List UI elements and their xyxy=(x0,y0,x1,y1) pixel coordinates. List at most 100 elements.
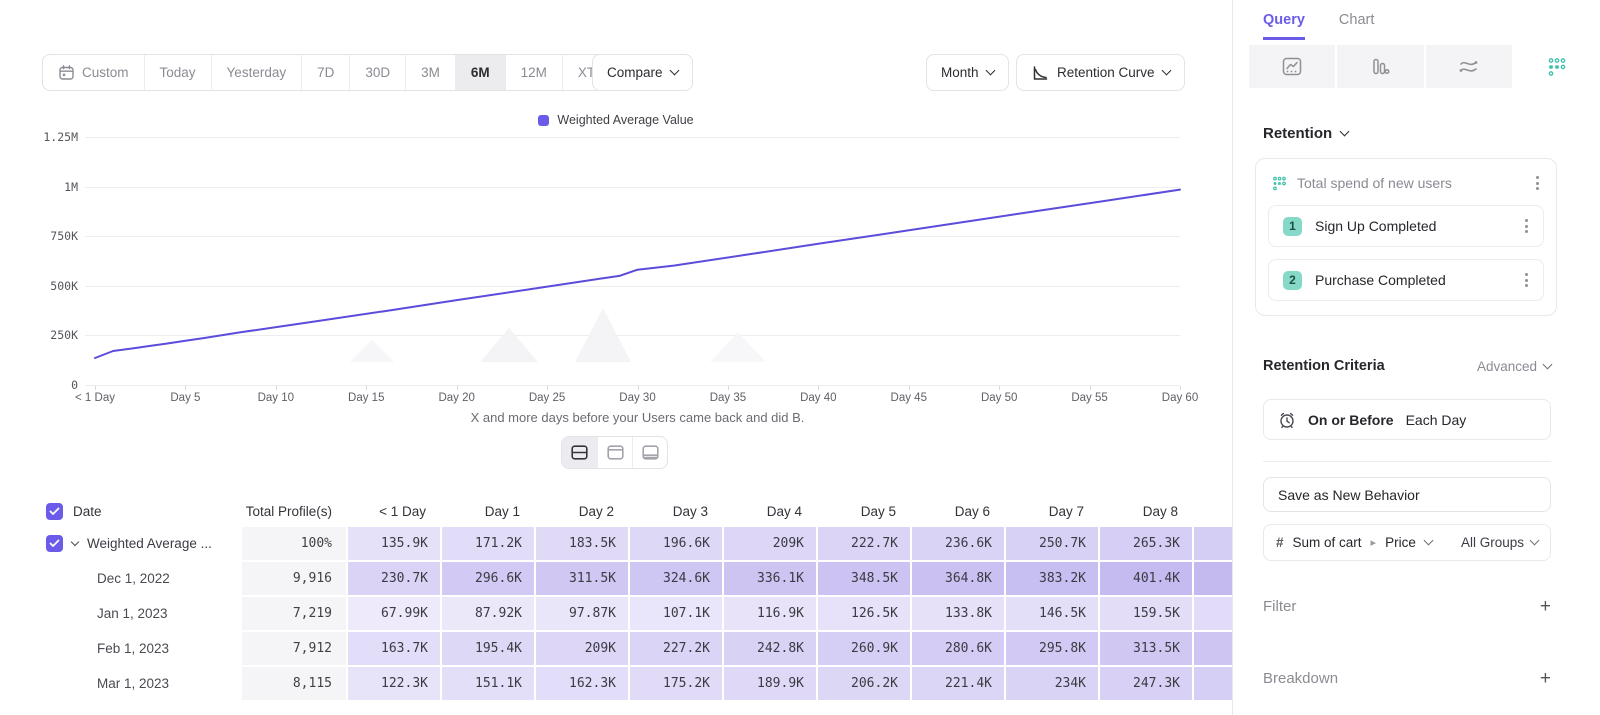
column-header-date[interactable]: Date xyxy=(0,492,240,530)
retention-value-cell[interactable]: 183.5K xyxy=(536,527,628,560)
retention-value-cell[interactable]: 97.87K xyxy=(536,597,628,630)
kebab-menu-icon[interactable] xyxy=(1522,216,1531,236)
range-yesterday[interactable]: Yesterday xyxy=(211,55,302,90)
retention-value-cell[interactable]: 295.8K xyxy=(1006,632,1098,665)
retention-value-cell[interactable]: 234K xyxy=(1006,667,1098,700)
range-today[interactable]: Today xyxy=(144,55,211,90)
checkbox-checked[interactable] xyxy=(46,503,63,520)
column-header-day-5[interactable]: Day 5 xyxy=(818,492,910,530)
chart-view-button[interactable] xyxy=(597,437,632,468)
retention-value-cell[interactable]: 324.6K xyxy=(630,562,722,595)
retention-value-cell[interactable]: 247.3K xyxy=(1100,667,1192,700)
retention-value-cell[interactable]: 296.6K xyxy=(442,562,534,595)
table-view-button[interactable] xyxy=(632,437,667,468)
row-label-cell[interactable]: Mar 1, 2023 xyxy=(0,667,240,700)
save-as-new-behavior-button[interactable]: Save as New Behavior xyxy=(1263,477,1551,512)
retention-value-cell[interactable]: 236.6K xyxy=(912,527,1004,560)
row-label-cell[interactable]: Dec 1, 2022 xyxy=(0,562,240,595)
retention-value-cell[interactable]: 222.7K xyxy=(818,527,910,560)
column-header-day-3[interactable]: Day 3 xyxy=(630,492,722,530)
retention-value-cell[interactable]: 280.6K xyxy=(912,632,1004,665)
behavior-step-2[interactable]: 2Purchase Completed xyxy=(1268,259,1544,301)
retention-section-header[interactable]: Retention xyxy=(1263,125,1348,142)
chevron-down-icon[interactable] xyxy=(71,538,79,546)
split-view-button[interactable] xyxy=(562,437,597,468)
retention-value-cell[interactable]: 196.6K xyxy=(630,527,722,560)
range-12m[interactable]: 12M xyxy=(505,55,562,90)
checkbox-checked[interactable] xyxy=(46,535,63,552)
retention-value-cell[interactable]: 209K xyxy=(536,632,628,665)
column-header-day-1[interactable]: Day 1 xyxy=(442,492,534,530)
retention-value-cell[interactable]: 116.9K xyxy=(724,597,816,630)
retention-value-cell[interactable]: 364.8K xyxy=(912,562,1004,595)
retention-value-cell[interactable]: 189.9K xyxy=(724,667,816,700)
row-label-cell[interactable]: Feb 1, 2023 xyxy=(0,632,240,665)
flow-chart-type-button[interactable] xyxy=(1426,45,1512,88)
retention-value-cell[interactable]: 383.2K xyxy=(1006,562,1098,595)
date-header-label: Date xyxy=(73,504,102,519)
behavior-step-1[interactable]: 1Sign Up Completed xyxy=(1268,205,1544,247)
retention-value-cell[interactable]: 87.92K xyxy=(442,597,534,630)
retention-value-cell[interactable]: 209K xyxy=(724,527,816,560)
retention-value-cell[interactable]: 260.9K xyxy=(818,632,910,665)
measure-card[interactable]: # Sum of cart ▸ Price All Groups xyxy=(1263,524,1551,561)
retention-value-cell[interactable]: 163.7K xyxy=(348,632,440,665)
retention-value-cell[interactable]: 336.1K xyxy=(724,562,816,595)
kebab-menu-icon[interactable] xyxy=(1522,270,1531,290)
retention-value-cell[interactable]: 227.2K xyxy=(630,632,722,665)
retention-value-cell[interactable]: 221.4K xyxy=(912,667,1004,700)
all-groups-dropdown[interactable]: All Groups xyxy=(1461,535,1538,550)
retention-value-cell[interactable]: 162.3K xyxy=(536,667,628,700)
range-6m[interactable]: 6M xyxy=(455,55,505,90)
range-3m[interactable]: 3M xyxy=(405,55,455,90)
retention-value-cell[interactable]: 107.1K xyxy=(630,597,722,630)
column-header-day-2[interactable]: Day 2 xyxy=(536,492,628,530)
kebab-menu-icon[interactable] xyxy=(1533,173,1542,193)
tab-chart[interactable]: Chart xyxy=(1339,12,1374,40)
retention-value-cell[interactable]: 401.4K xyxy=(1100,562,1192,595)
line-chart-type-button[interactable] xyxy=(1249,45,1335,88)
column-header-day-7[interactable]: Day 7 xyxy=(1006,492,1098,530)
retention-criteria-label: Retention Criteria xyxy=(1263,358,1385,374)
column-header-day-4[interactable]: Day 4 xyxy=(724,492,816,530)
tab-query[interactable]: Query xyxy=(1263,12,1305,40)
range-30d[interactable]: 30D xyxy=(349,55,405,90)
column-header--1-day[interactable]: < 1 Day xyxy=(348,492,440,530)
criteria-timing-card[interactable]: On or Before Each Day xyxy=(1263,399,1551,440)
compare-button[interactable]: Compare xyxy=(592,54,693,91)
retention-chart-type-button[interactable] xyxy=(1514,45,1600,88)
retention-value-cell[interactable]: 146.5K xyxy=(1006,597,1098,630)
retention-value-cell[interactable]: 133.8K xyxy=(912,597,1004,630)
retention-value-cell[interactable]: 311.5K xyxy=(536,562,628,595)
retention-value-cell[interactable]: 135.9K xyxy=(348,527,440,560)
add-filter-button[interactable]: + xyxy=(1540,597,1551,616)
chart-type-button[interactable]: Retention Curve xyxy=(1016,54,1185,91)
add-breakdown-button[interactable]: + xyxy=(1540,669,1551,688)
advanced-dropdown[interactable]: Advanced xyxy=(1477,359,1551,374)
column-header-day-8[interactable]: Day 8 xyxy=(1100,492,1192,530)
row-label-cell[interactable]: Weighted Average ... xyxy=(0,527,240,560)
retention-value-cell[interactable]: 250.7K xyxy=(1006,527,1098,560)
range-custom[interactable]: Custom xyxy=(43,55,144,90)
granularity-button[interactable]: Month xyxy=(926,54,1009,91)
retention-value-cell[interactable]: 348.5K xyxy=(818,562,910,595)
retention-value-cell[interactable]: 265.3K xyxy=(1100,527,1192,560)
x-axis-tick: Day 5 xyxy=(140,392,230,404)
retention-value-cell[interactable]: 195.4K xyxy=(442,632,534,665)
column-header-total-profile-s-[interactable]: Total Profile(s) xyxy=(242,492,346,530)
bar-chart-type-button[interactable] xyxy=(1337,45,1423,88)
column-header-day-6[interactable]: Day 6 xyxy=(912,492,1004,530)
range-7d[interactable]: 7D xyxy=(301,55,349,90)
retention-value-cell[interactable]: 313.5K xyxy=(1100,632,1192,665)
retention-value-cell[interactable]: 175.2K xyxy=(630,667,722,700)
retention-value-cell[interactable]: 206.2K xyxy=(818,667,910,700)
retention-value-cell[interactable]: 159.5K xyxy=(1100,597,1192,630)
retention-value-cell[interactable]: 242.8K xyxy=(724,632,816,665)
row-label-cell[interactable]: Jan 1, 2023 xyxy=(0,597,240,630)
retention-value-cell[interactable]: 230.7K xyxy=(348,562,440,595)
retention-value-cell[interactable]: 151.1K xyxy=(442,667,534,700)
retention-value-cell[interactable]: 67.99K xyxy=(348,597,440,630)
retention-value-cell[interactable]: 171.2K xyxy=(442,527,534,560)
retention-value-cell[interactable]: 126.5K xyxy=(818,597,910,630)
retention-value-cell[interactable]: 122.3K xyxy=(348,667,440,700)
